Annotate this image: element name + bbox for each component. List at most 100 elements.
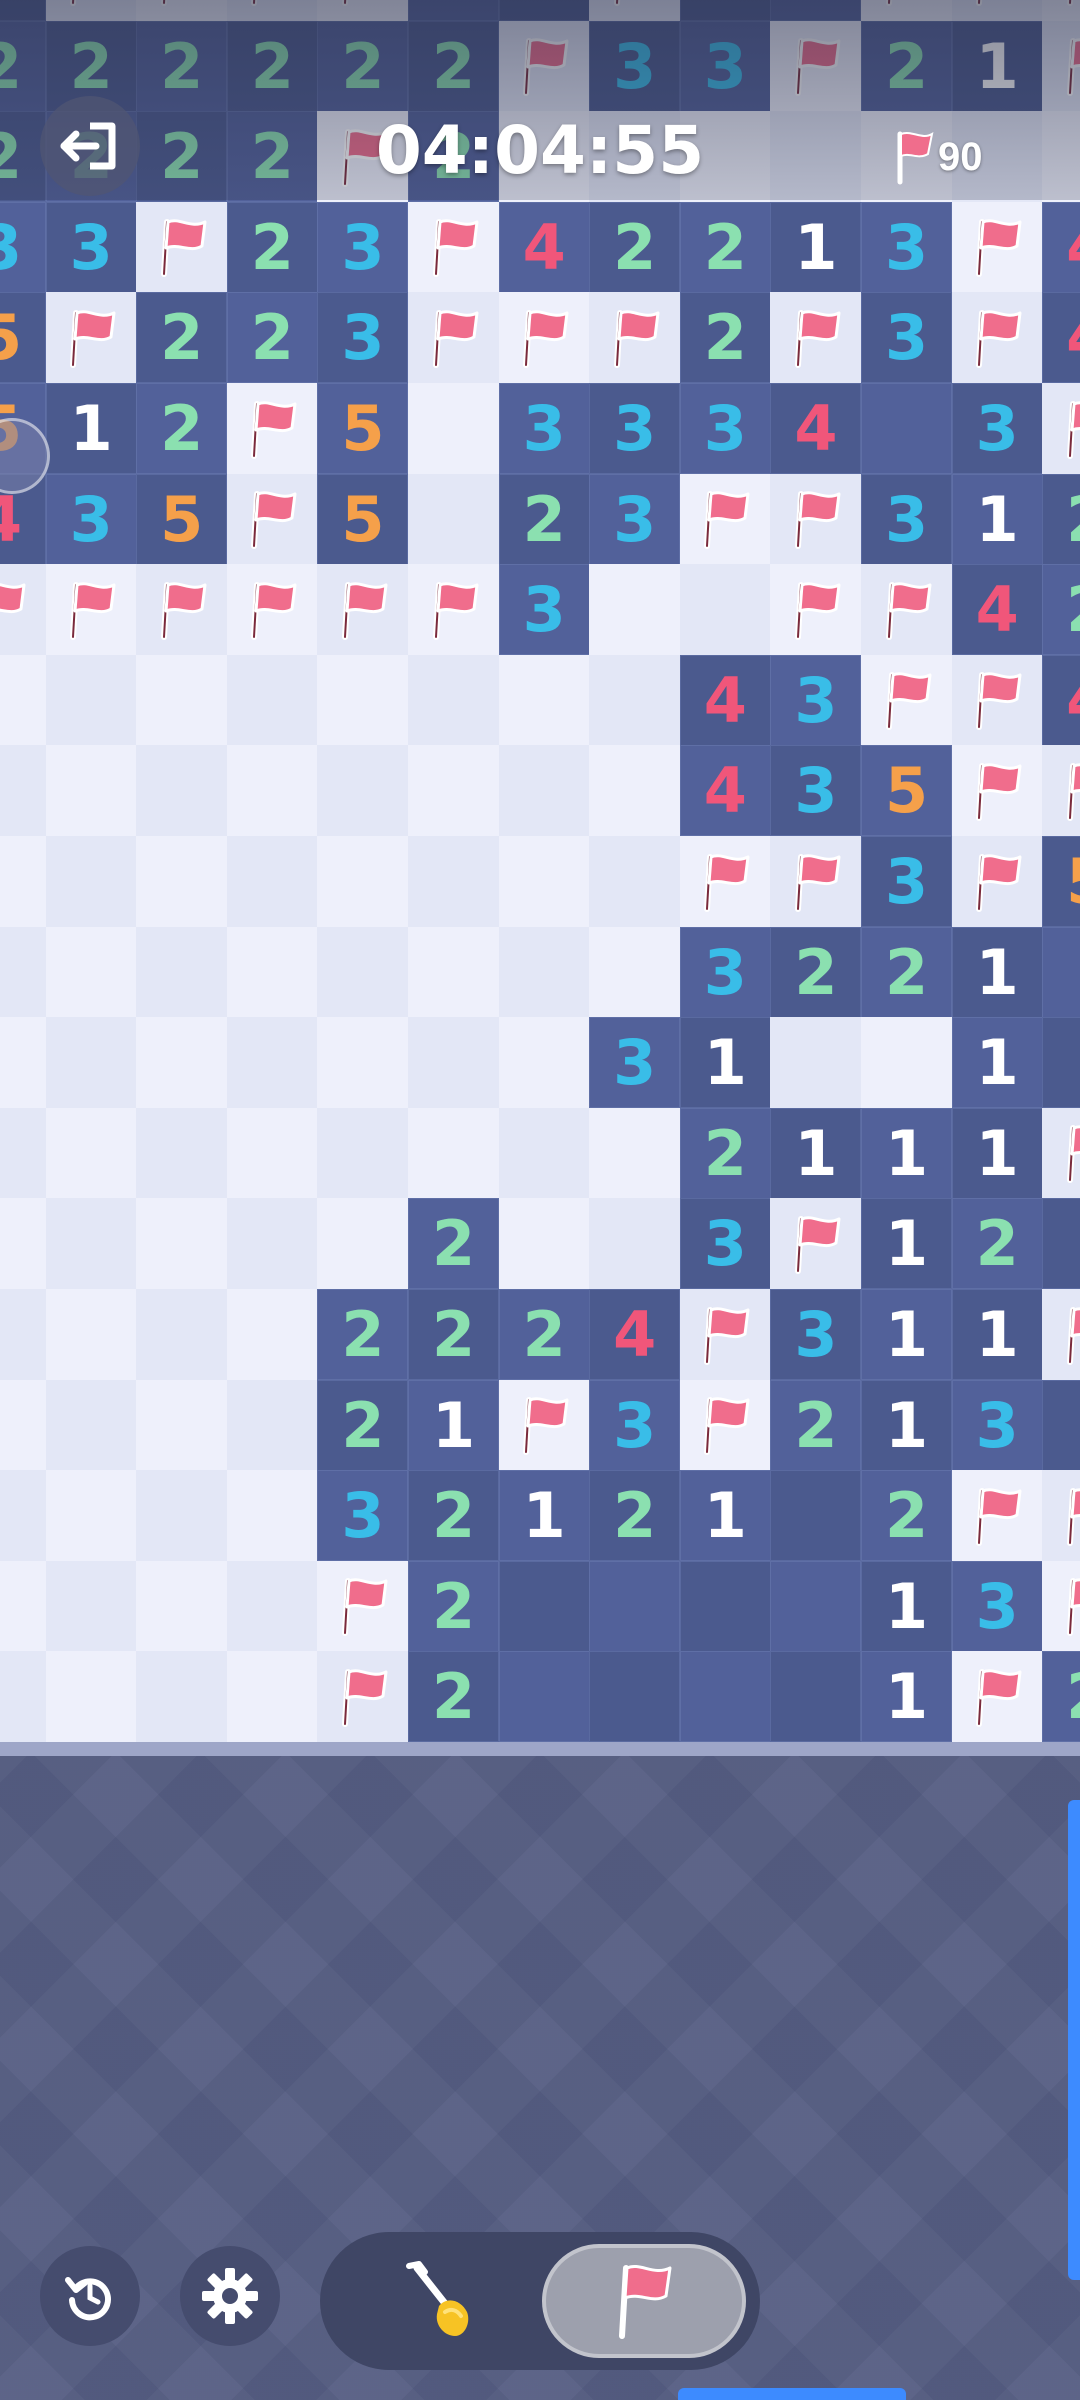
flagged-cell[interactable] xyxy=(679,473,771,565)
settings-button[interactable] xyxy=(180,2246,280,2346)
number-cell[interactable]: 4 xyxy=(589,1289,681,1381)
hidden-cell[interactable] xyxy=(317,1107,409,1199)
hidden-cell[interactable] xyxy=(589,654,681,746)
number-cell[interactable]: 4 xyxy=(498,201,590,293)
hidden-cell[interactable] xyxy=(136,1289,228,1381)
number-cell[interactable]: 5 xyxy=(861,745,953,837)
number-cell[interactable]: 4 xyxy=(951,564,1043,656)
number-cell[interactable]: 2 xyxy=(408,1651,500,1742)
number-cell[interactable]: 1 xyxy=(861,1289,953,1381)
flagged-cell[interactable] xyxy=(226,473,318,565)
hidden-cell[interactable] xyxy=(317,836,409,928)
hidden-cell[interactable] xyxy=(136,836,228,928)
hidden-cell[interactable] xyxy=(136,1560,228,1652)
revealed-empty-cell[interactable] xyxy=(1042,1017,1080,1109)
number-cell[interactable]: 2 xyxy=(136,383,228,475)
number-cell[interactable]: 2 xyxy=(408,1470,500,1562)
number-cell[interactable]: 1 xyxy=(861,1560,953,1652)
hidden-cell[interactable] xyxy=(45,836,137,928)
number-cell[interactable]: 1 xyxy=(951,926,1043,1018)
flagged-cell[interactable] xyxy=(498,1379,590,1471)
flagged-cell[interactable] xyxy=(951,745,1043,837)
revealed-empty-cell[interactable] xyxy=(679,1560,771,1652)
hidden-cell[interactable] xyxy=(498,1017,590,1109)
number-cell[interactable]: 4 xyxy=(770,383,862,475)
number-cell[interactable]: 2 xyxy=(408,1198,500,1290)
number-cell[interactable]: 3 xyxy=(861,473,953,565)
number-cell[interactable]: 3 xyxy=(861,292,953,384)
hidden-cell[interactable] xyxy=(45,1651,137,1742)
number-cell[interactable]: 2 xyxy=(317,1379,409,1471)
restart-button[interactable] xyxy=(40,2246,140,2346)
hidden-cell[interactable] xyxy=(0,1470,47,1562)
revealed-empty-cell[interactable] xyxy=(498,1651,590,1742)
flagged-cell[interactable] xyxy=(1042,0,1080,22)
revealed-empty-cell[interactable] xyxy=(1042,926,1080,1018)
flagged-cell[interactable] xyxy=(679,1379,771,1471)
number-cell[interactable]: 4 xyxy=(679,745,771,837)
number-cell[interactable]: 3 xyxy=(951,1560,1043,1652)
number-cell[interactable]: 1 xyxy=(408,1379,500,1471)
flagged-cell[interactable] xyxy=(136,201,228,293)
hidden-cell[interactable] xyxy=(408,1017,500,1109)
number-cell[interactable]: 3 xyxy=(589,20,681,112)
hidden-cell[interactable] xyxy=(317,654,409,746)
flagged-cell[interactable] xyxy=(951,654,1043,746)
hidden-cell[interactable] xyxy=(136,745,228,837)
revealed-empty-cell[interactable] xyxy=(589,1560,681,1652)
number-cell[interactable]: 3 xyxy=(589,473,681,565)
flagged-cell[interactable] xyxy=(408,564,500,656)
number-cell[interactable]: 3 xyxy=(951,1379,1043,1471)
number-cell[interactable]: 5 xyxy=(1042,836,1080,928)
number-cell[interactable]: 2 xyxy=(408,20,500,112)
number-cell[interactable]: 1 xyxy=(861,1107,953,1199)
hidden-cell[interactable] xyxy=(589,564,681,656)
hidden-cell[interactable] xyxy=(226,836,318,928)
flagged-cell[interactable] xyxy=(498,20,590,112)
flagged-cell[interactable] xyxy=(317,1560,409,1652)
hidden-cell[interactable] xyxy=(45,1198,137,1290)
flagged-cell[interactable] xyxy=(951,201,1043,293)
number-cell[interactable]: 2 xyxy=(408,1289,500,1381)
number-cell[interactable]: 2 xyxy=(0,20,47,112)
hidden-cell[interactable] xyxy=(408,383,500,475)
number-cell[interactable]: 4 xyxy=(679,654,771,746)
number-cell[interactable]: 2 xyxy=(589,201,681,293)
hidden-cell[interactable] xyxy=(408,836,500,928)
number-cell[interactable]: 3 xyxy=(770,1289,862,1381)
number-cell[interactable]: 5 xyxy=(136,473,228,565)
revealed-empty-cell[interactable] xyxy=(1042,1198,1080,1290)
hidden-cell[interactable] xyxy=(0,745,47,837)
number-cell[interactable]: 1 xyxy=(679,0,771,22)
number-cell[interactable]: 2 xyxy=(770,926,862,1018)
flagged-cell[interactable] xyxy=(136,0,228,22)
number-cell[interactable]: 4 xyxy=(1042,654,1080,746)
hidden-cell[interactable] xyxy=(45,1289,137,1381)
hidden-cell[interactable] xyxy=(317,745,409,837)
flagged-cell[interactable] xyxy=(770,564,862,656)
hidden-cell[interactable] xyxy=(45,1017,137,1109)
number-cell[interactable]: 2 xyxy=(951,1198,1043,1290)
hidden-cell[interactable] xyxy=(861,1017,953,1109)
hidden-cell[interactable] xyxy=(0,926,47,1018)
number-cell[interactable]: 3 xyxy=(317,201,409,293)
hidden-cell[interactable] xyxy=(226,1379,318,1471)
hidden-cell[interactable] xyxy=(226,1107,318,1199)
flagged-cell[interactable] xyxy=(951,1470,1043,1562)
number-cell[interactable]: 2 xyxy=(861,20,953,112)
hidden-cell[interactable] xyxy=(589,745,681,837)
number-cell[interactable]: 2 xyxy=(408,1560,500,1652)
flagged-cell[interactable] xyxy=(861,0,953,22)
flagged-cell[interactable] xyxy=(770,836,862,928)
number-cell[interactable]: 1 xyxy=(951,1289,1043,1381)
hidden-cell[interactable] xyxy=(226,1198,318,1290)
hidden-cell[interactable] xyxy=(408,1107,500,1199)
hidden-cell[interactable] xyxy=(408,654,500,746)
number-cell[interactable]: 1 xyxy=(951,1107,1043,1199)
number-cell[interactable]: 2 xyxy=(1042,473,1080,565)
flagged-cell[interactable] xyxy=(770,473,862,565)
number-cell[interactable]: 1 xyxy=(679,1470,771,1562)
hidden-cell[interactable] xyxy=(408,745,500,837)
hidden-cell[interactable] xyxy=(589,836,681,928)
number-cell[interactable]: 2 xyxy=(136,20,228,112)
